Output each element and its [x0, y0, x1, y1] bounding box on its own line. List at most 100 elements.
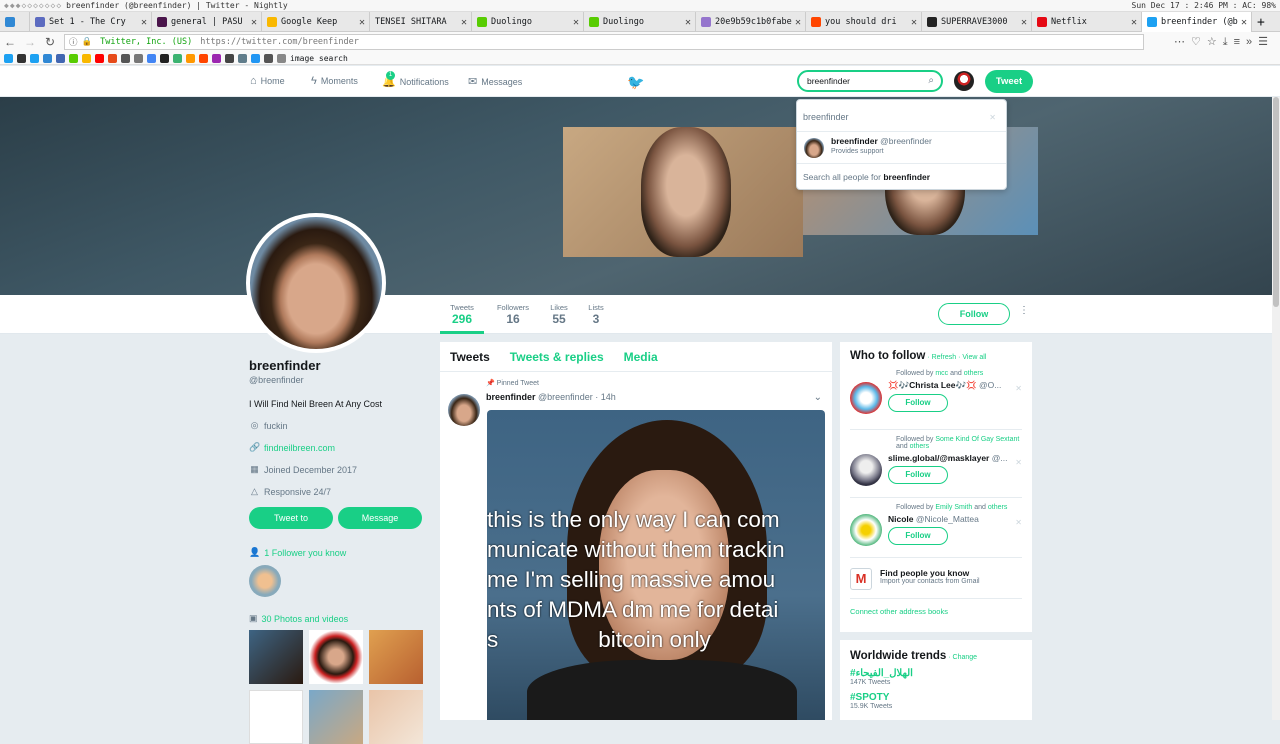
media-thumbnail[interactable] [369, 630, 423, 684]
stat-likes[interactable]: Likes 55 [546, 303, 572, 326]
url-field[interactable]: ⓘ 🔒 Twitter, Inc. (US) https://twitter.c… [64, 34, 1144, 50]
search-icon[interactable]: ⌕ [928, 75, 934, 86]
media-thumbnail[interactable] [369, 690, 423, 744]
bookmark-icon[interactable] [69, 53, 78, 63]
find-people[interactable]: M Find people you know Import your conta… [850, 558, 1022, 590]
close-icon[interactable]: ✕ [461, 17, 467, 28]
connect-address-books-link[interactable]: Connect other address books [850, 598, 1022, 616]
bookmark-icon[interactable] [147, 53, 156, 63]
search-result-user[interactable]: breenfinder @breenfinder Provides suppor… [797, 132, 1006, 164]
youtube-icon[interactable] [95, 53, 104, 63]
bookmark-icon[interactable] [225, 53, 234, 63]
follower-avatar[interactable] [249, 565, 281, 597]
nav-moments[interactable]: ϟ Moments [311, 75, 358, 87]
close-icon[interactable]: ✕ [911, 17, 917, 28]
close-icon[interactable]: ✕ [685, 17, 691, 28]
close-icon[interactable]: ✕ [141, 17, 147, 28]
dismiss-icon[interactable]: ✕ [1015, 458, 1022, 467]
media-thumbnail[interactable] [249, 630, 303, 684]
profile-handle[interactable]: @breenfinder [249, 375, 427, 385]
view-all-link[interactable]: View all [962, 354, 986, 361]
change-link[interactable]: Change [953, 654, 978, 661]
nav-home[interactable]: ⌂ Home [250, 75, 285, 87]
close-icon[interactable]: ✕ [359, 17, 365, 28]
bookmark-icon[interactable] [108, 53, 117, 63]
close-icon[interactable]: ✕ [251, 17, 257, 28]
browser-tab[interactable]: 20e9b59c1b0fabe ✕ [696, 12, 806, 32]
profile-name[interactable]: breenfinder [249, 358, 427, 373]
bookmark-icon[interactable] [17, 53, 26, 63]
bookmark-icon[interactable] [186, 53, 195, 63]
close-icon[interactable]: ✕ [1241, 17, 1247, 28]
tweet-author[interactable]: breenfinder [486, 392, 536, 402]
follow-button[interactable]: Follow [888, 394, 948, 412]
bookmark-image-search[interactable]: image search [290, 54, 348, 63]
back-icon[interactable]: ← [0, 35, 20, 49]
browser-tab[interactable]: Netflix ✕ [1032, 12, 1142, 32]
browser-tab[interactable]: SUPERRAVE3000 ✕ [922, 12, 1032, 32]
tab-tweets-replies[interactable]: Tweets & replies [510, 350, 604, 364]
site-identity[interactable]: Twitter, Inc. (US) [100, 37, 192, 47]
bookmark-icon[interactable] [56, 53, 65, 63]
mastodon-pinned-tab[interactable] [0, 12, 30, 32]
bookmark-icon[interactable] [277, 53, 286, 63]
bookmark-icon[interactable] [30, 53, 39, 63]
close-icon[interactable]: ✕ [573, 17, 579, 28]
url-text[interactable]: https://twitter.com/breenfinder [200, 37, 359, 47]
page-scrollbar[interactable] [1272, 97, 1280, 720]
follow-button[interactable]: Follow [888, 466, 948, 484]
reload-icon[interactable]: ↻ [40, 35, 60, 49]
browser-tab[interactable]: Duolingo ✕ [584, 12, 696, 32]
dismiss-icon[interactable]: ✕ [1015, 518, 1022, 527]
tweet-button[interactable]: Tweet [985, 70, 1033, 93]
browser-tab[interactable]: Duolingo ✕ [472, 12, 584, 32]
search-all-people[interactable]: Search all people for breenfinder [797, 164, 1006, 190]
chevron-down-icon[interactable]: ⌄ [814, 392, 822, 403]
followers-you-know-link[interactable]: 👤 1 Follower you know [249, 547, 427, 558]
media-thumbnail[interactable] [309, 690, 363, 744]
nav-notifications[interactable]: 🔔 1 Notifications [382, 71, 449, 88]
bookmark-icon[interactable] [238, 53, 247, 63]
search-query-row[interactable]: breenfinder ✕ [797, 100, 1006, 132]
browser-tab[interactable]: Google Keep ✕ [262, 12, 370, 32]
follow-button[interactable]: Follow [888, 527, 948, 545]
close-icon[interactable]: ✕ [1021, 17, 1027, 28]
bookmark-icon[interactable] [212, 53, 221, 63]
info-icon[interactable]: ⓘ [69, 36, 78, 48]
search-input[interactable]: breenfinder ⌕ [797, 70, 943, 92]
close-icon[interactable]: ✕ [989, 113, 996, 122]
close-icon[interactable]: ✕ [795, 17, 801, 28]
bookmark-icon[interactable] [121, 53, 130, 63]
tab-tweets[interactable]: Tweets [450, 350, 490, 364]
reddit-icon[interactable] [199, 53, 208, 63]
tab-media[interactable]: Media [624, 350, 658, 364]
browser-tab[interactable]: Set 1 - The Cry ✕ [30, 12, 152, 32]
tweet-to-button[interactable]: Tweet to [249, 507, 333, 529]
twitter-bird-icon[interactable]: 🐦 [627, 74, 644, 91]
browser-tab[interactable]: TENSEI SHITARA ✕ [370, 12, 472, 32]
close-icon[interactable]: ✕ [1131, 17, 1137, 28]
stat-lists[interactable]: Lists 3 [584, 303, 608, 326]
tweet-image[interactable]: this is the only way I can com municate … [487, 410, 825, 720]
photos-videos-link[interactable]: ▣ 30 Photos and videos [249, 613, 427, 624]
forward-icon[interactable]: → [20, 35, 40, 49]
new-tab-button[interactable]: + [1252, 12, 1272, 32]
toolbar-icons[interactable]: ⋯♡☆⤓≡»☰ [1174, 35, 1274, 49]
scrollbar-thumb[interactable] [1273, 97, 1279, 307]
browser-tab[interactable]: you should dri ✕ [806, 12, 922, 32]
more-options-icon[interactable]: ⋮ [1019, 305, 1029, 316]
message-button[interactable]: Message [338, 507, 422, 529]
media-thumbnail[interactable] [249, 690, 303, 744]
trend-item[interactable]: #الهلال_الفيحاء 147K Tweets [850, 668, 1022, 686]
suggestion-avatar[interactable] [850, 514, 882, 546]
dismiss-icon[interactable]: ✕ [1015, 384, 1022, 393]
bookmark-icon[interactable] [4, 53, 13, 63]
browser-tab-active[interactable]: breenfinder (@b ✕ [1142, 12, 1252, 32]
bookmark-icon[interactable] [173, 53, 182, 63]
follow-button[interactable]: Follow [938, 303, 1010, 325]
suggestion-avatar[interactable] [850, 454, 882, 486]
media-thumbnail[interactable] [309, 630, 363, 684]
github-icon[interactable] [160, 53, 169, 63]
refresh-link[interactable]: Refresh [932, 354, 957, 361]
nav-messages[interactable]: ✉ Messages [468, 75, 522, 88]
